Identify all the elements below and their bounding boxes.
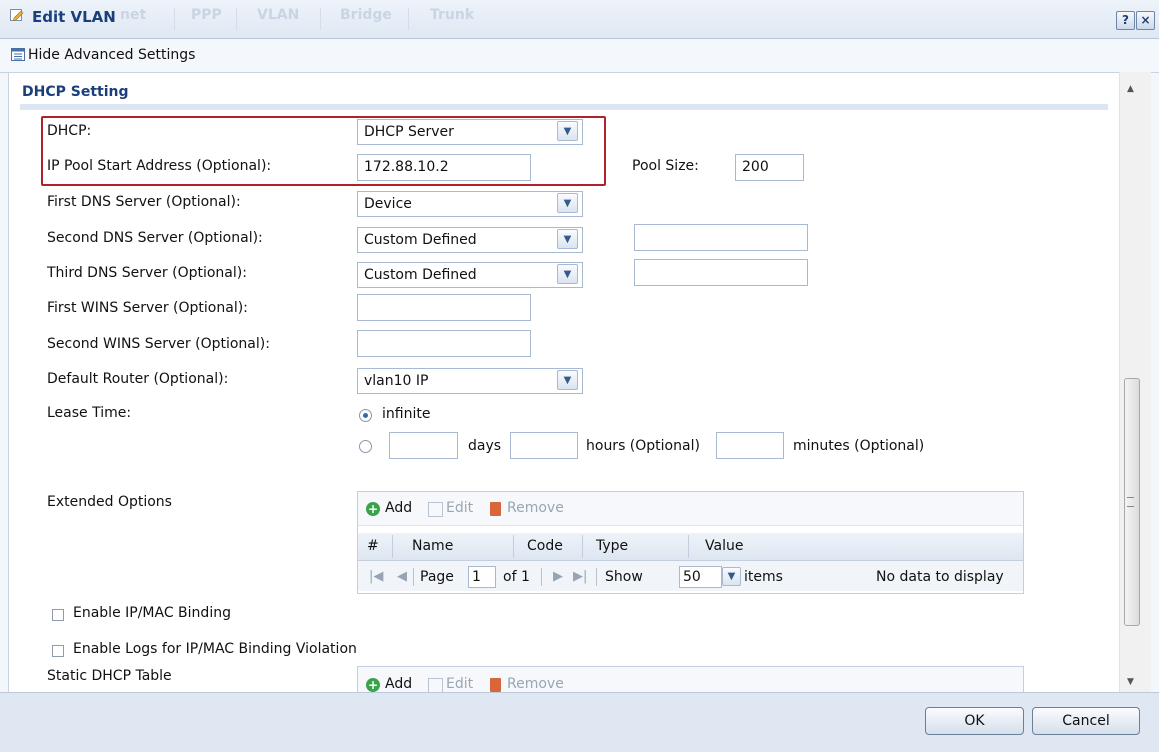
static-add-button[interactable]: Add — [385, 676, 412, 692]
second-dns-label: Second DNS Server (Optional): — [47, 230, 263, 246]
edit-pencil-icon — [10, 9, 24, 21]
lease-minutes-input[interactable] — [716, 432, 784, 459]
third-dns-select[interactable]: Custom Defined — [357, 262, 583, 288]
chevron-down-icon[interactable]: ▼ — [557, 370, 578, 390]
lease-minutes-label: minutes (Optional) — [793, 438, 925, 454]
column-separator — [513, 535, 514, 558]
extended-add-button[interactable]: Add — [385, 500, 412, 516]
column-header-code[interactable]: Code — [527, 538, 563, 554]
remove-icon — [490, 678, 501, 692]
previous-page-icon[interactable]: ◀ — [397, 569, 407, 584]
pager-separator — [541, 568, 542, 586]
tab-separator — [408, 8, 409, 30]
last-page-icon[interactable]: ▶| — [573, 569, 587, 584]
static-dhcp-table-label: Static DHCP Table — [47, 668, 172, 684]
lease-infinite-label: infinite — [382, 406, 431, 422]
scroll-down-icon[interactable]: ▼ — [1127, 677, 1134, 687]
first-page-icon[interactable]: |◀ — [369, 569, 383, 584]
lease-custom-radio[interactable] — [359, 440, 372, 453]
section-title: DHCP Setting — [22, 84, 129, 100]
edit-icon — [428, 502, 443, 517]
cancel-button[interactable]: Cancel — [1032, 707, 1140, 735]
default-router-label: Default Router (Optional): — [47, 371, 229, 387]
column-separator — [582, 535, 583, 558]
window-title: Edit VLAN — [32, 8, 116, 26]
pager-separator — [596, 568, 597, 586]
third-dns-label: Third DNS Server (Optional): — [47, 265, 247, 281]
show-label: Show — [605, 569, 643, 585]
pager-separator — [413, 568, 414, 586]
pool-size-input[interactable]: 200 — [735, 154, 804, 181]
first-wins-label: First WINS Server (Optional): — [47, 300, 248, 316]
extended-options-label: Extended Options — [47, 494, 172, 510]
tab-separator — [320, 8, 321, 30]
lease-days-label: days — [468, 438, 502, 454]
chevron-down-icon[interactable]: ▼ — [557, 193, 578, 213]
close-icon[interactable]: × — [1136, 11, 1155, 30]
background-tab: net — [120, 7, 147, 23]
remove-icon — [490, 502, 501, 516]
next-page-icon[interactable]: ▶ — [553, 569, 563, 584]
background-tab: Bridge — [340, 7, 392, 23]
page-total-label: of 1 — [503, 569, 530, 585]
column-header-number[interactable]: # — [367, 538, 379, 554]
first-wins-input[interactable] — [357, 294, 531, 321]
items-label: items — [744, 569, 783, 585]
hide-advanced-settings-link[interactable]: Hide Advanced Settings — [28, 47, 195, 63]
ip-mac-binding-label: Enable IP/MAC Binding — [73, 605, 231, 621]
section-divider — [20, 104, 1108, 110]
lease-hours-label: hours (Optional) — [586, 438, 700, 454]
extended-edit-button[interactable]: Edit — [446, 500, 473, 516]
first-dns-label: First DNS Server (Optional): — [47, 194, 241, 210]
ip-mac-binding-checkbox[interactable] — [52, 609, 64, 621]
tab-separator — [174, 8, 175, 30]
second-wins-label: Second WINS Server (Optional): — [47, 336, 270, 352]
column-header-type[interactable]: Type — [596, 538, 628, 554]
lease-days-input[interactable] — [389, 432, 458, 459]
column-header-value[interactable]: Value — [705, 538, 743, 554]
help-icon[interactable]: ? — [1116, 11, 1135, 30]
default-router-select[interactable]: vlan10 IP — [357, 368, 583, 394]
static-edit-button[interactable]: Edit — [446, 676, 473, 692]
scroll-grip-icon — [1127, 497, 1134, 507]
chevron-down-icon[interactable]: ▼ — [557, 264, 578, 284]
ok-button[interactable]: OK — [925, 707, 1024, 735]
empty-grid-message: No data to display — [876, 569, 1004, 585]
background-tab: VLAN — [257, 7, 300, 23]
tab-separator — [236, 8, 237, 30]
logs-binding-violation-checkbox[interactable] — [52, 645, 64, 657]
chevron-down-icon[interactable]: ▼ — [557, 229, 578, 249]
edit-icon — [428, 678, 443, 693]
extended-remove-button[interactable]: Remove — [507, 500, 564, 516]
chevron-down-icon[interactable]: ▼ — [722, 567, 741, 586]
column-separator — [392, 535, 393, 558]
highlight-box — [41, 116, 606, 186]
static-remove-button[interactable]: Remove — [507, 676, 564, 692]
extended-options-header — [358, 533, 1023, 561]
first-dns-select[interactable]: Device — [357, 191, 583, 217]
lease-hours-input[interactable] — [510, 432, 578, 459]
page-number-input[interactable]: 1 — [468, 566, 496, 588]
column-header-name[interactable]: Name — [412, 538, 453, 554]
background-tab: Trunk — [430, 7, 475, 23]
scroll-up-icon[interactable]: ▲ — [1127, 84, 1134, 94]
background-tab: PPP — [191, 7, 222, 23]
settings-list-icon[interactable] — [11, 48, 25, 61]
lease-infinite-radio[interactable] — [359, 409, 372, 422]
column-separator — [688, 535, 689, 558]
pool-size-label: Pool Size: — [632, 158, 699, 174]
radio-selected-dot — [363, 413, 368, 418]
second-wins-input[interactable] — [357, 330, 531, 357]
second-dns-select[interactable]: Custom Defined — [357, 227, 583, 253]
page-size-select[interactable]: 50 — [679, 566, 722, 588]
second-dns-custom-input[interactable] — [634, 224, 808, 251]
lease-time-label: Lease Time: — [47, 405, 132, 421]
add-icon[interactable]: + — [366, 678, 380, 692]
page-label: Page — [420, 569, 454, 585]
logs-binding-violation-label: Enable Logs for IP/MAC Binding Violation — [73, 641, 357, 657]
add-icon[interactable]: + — [366, 502, 380, 516]
third-dns-custom-input[interactable] — [634, 259, 808, 286]
